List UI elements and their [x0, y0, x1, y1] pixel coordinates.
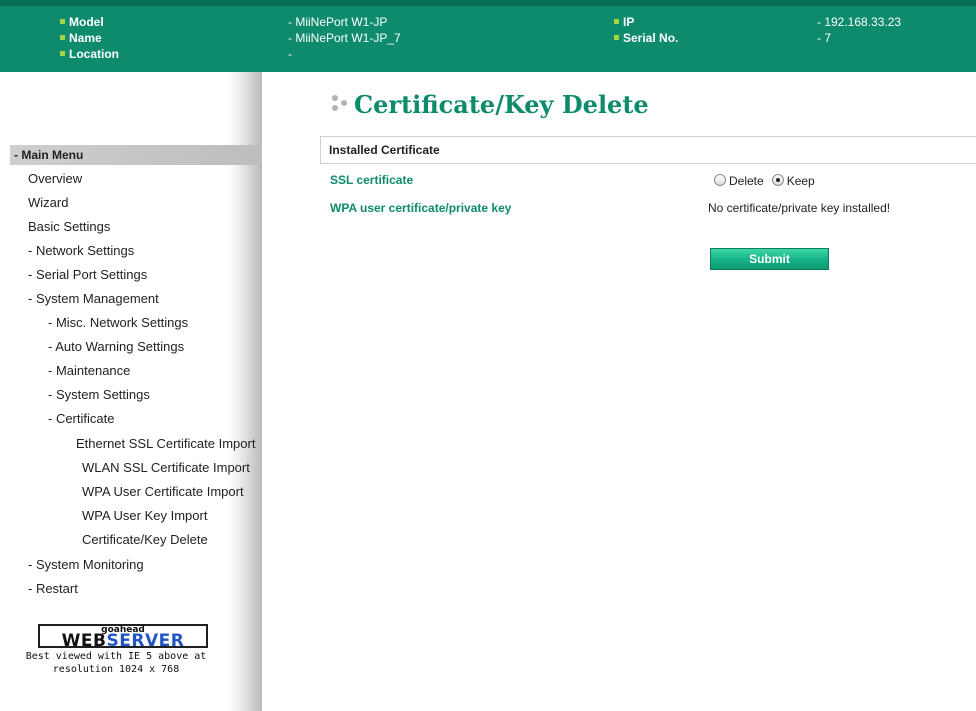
bullet-icon	[614, 19, 619, 25]
sidebar: - Main Menu Overview Wizard Basic Settin…	[0, 72, 262, 711]
menu-item-auto-warning-settings[interactable]: - Auto Warning Settings	[48, 339, 184, 354]
best-viewed-line-1: Best viewed with IE 5 above at	[25, 651, 207, 662]
menu-item-network-settings[interactable]: - Network Settings	[28, 243, 134, 258]
menu-item-maintenance[interactable]: - Maintenance	[48, 363, 130, 378]
model-row: Model	[60, 15, 104, 30]
main-menu-header[interactable]: - Main Menu	[10, 145, 262, 165]
menu-item-system-management[interactable]: - System Management	[28, 291, 159, 306]
logo-webserver-text: WEBSERVER	[40, 632, 206, 650]
bullet-icon	[60, 19, 65, 25]
ssl-keep-label[interactable]: Keep	[787, 174, 815, 188]
best-viewed-line-2: resolution 1024 x 768	[52, 664, 180, 675]
model-value: - MiiNePort W1-JP	[288, 15, 388, 29]
menu-item-system-settings[interactable]: - System Settings	[48, 387, 150, 402]
name-row: Name	[60, 31, 102, 46]
ssl-keep-radio[interactable]	[771, 173, 784, 186]
logo-server-text: SERVER	[106, 631, 185, 651]
serial-value: - 7	[817, 31, 832, 45]
menu-item-basic-settings[interactable]: Basic Settings	[28, 219, 110, 234]
logo-web-text: WEB	[61, 631, 107, 651]
page-title: Certificate/Key Delete	[330, 90, 649, 119]
menu-item-wlan-ssl-import[interactable]: WLAN SSL Certificate Import	[82, 460, 250, 475]
menu-item-serial-port-settings[interactable]: - Serial Port Settings	[28, 267, 147, 282]
location-label: Location	[69, 47, 119, 61]
menu-item-wizard[interactable]: Wizard	[28, 195, 68, 210]
menu-item-ethernet-ssl-import[interactable]: Ethernet SSL Certificate Import	[76, 436, 255, 451]
bullet-icon	[614, 35, 619, 41]
menu-item-certificate[interactable]: - Certificate	[48, 411, 114, 426]
ssl-certificate-options: Delete Keep	[714, 173, 823, 188]
ip-value: - 192.168.33.23	[817, 15, 902, 29]
serial-row: Serial No.	[614, 31, 678, 46]
best-viewed-note: Best viewed with IE 5 above at resolutio…	[0, 650, 232, 676]
ssl-delete-label[interactable]: Delete	[729, 174, 764, 188]
ip-label: IP	[623, 15, 635, 29]
menu-item-restart[interactable]: - Restart	[28, 581, 78, 596]
page-title-text: Certificate/Key Delete	[354, 90, 649, 119]
name-value: - MiiNePort W1-JP_7	[288, 31, 401, 45]
device-info-header: Model Name Location - MiiNePort W1-JP - …	[0, 0, 976, 72]
ip-row: IP	[614, 15, 634, 30]
goahead-webserver-logo: goahead WEBSERVER	[38, 624, 208, 650]
installed-certificate-section-header: Installed Certificate	[320, 136, 976, 164]
serial-label: Serial No.	[623, 31, 679, 45]
menu-item-certificate-key-delete[interactable]: Certificate/Key Delete	[82, 532, 208, 547]
ssl-delete-radio[interactable]	[714, 173, 726, 186]
menu-item-system-monitoring[interactable]: - System Monitoring	[28, 557, 144, 572]
menu-item-overview[interactable]: Overview	[28, 171, 82, 186]
title-dots-icon	[330, 94, 354, 114]
bullet-icon	[60, 35, 65, 41]
name-label: Name	[69, 31, 102, 45]
menu-item-misc-network-settings[interactable]: - Misc. Network Settings	[48, 315, 188, 330]
bullet-icon	[60, 51, 65, 57]
wpa-certificate-status: No certificate/private key installed!	[708, 201, 891, 215]
menu-item-wpa-user-cert-import[interactable]: WPA User Certificate Import	[82, 484, 244, 499]
location-row: Location	[60, 47, 119, 62]
submit-button[interactable]: Submit	[710, 248, 829, 270]
ssl-certificate-label: SSL certificate	[330, 173, 414, 187]
location-value: -	[288, 47, 292, 61]
menu-item-wpa-user-key-import[interactable]: WPA User Key Import	[82, 508, 207, 523]
wpa-certificate-label: WPA user certificate/private key	[330, 201, 512, 215]
model-label: Model	[69, 15, 104, 29]
